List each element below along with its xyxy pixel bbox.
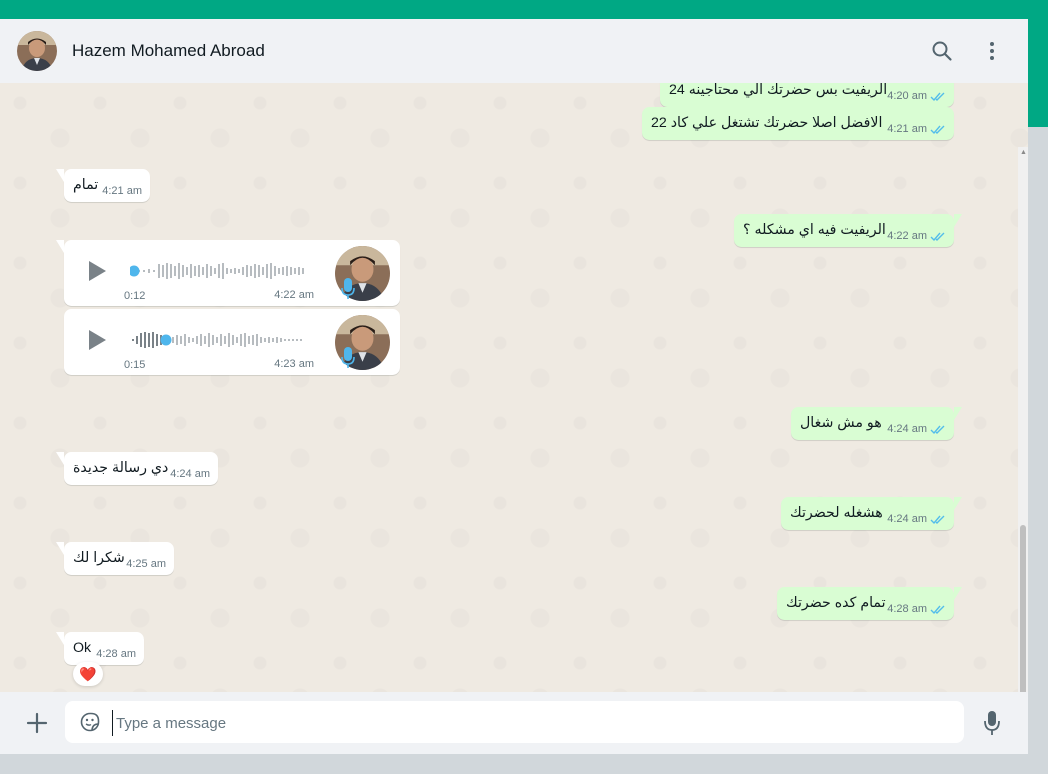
message-incoming[interactable]: Ok 4:28 am — [56, 632, 144, 665]
double-check-icon — [930, 125, 945, 134]
message-outgoing[interactable]: هشغله لحضرتك 4:24 am — [781, 497, 962, 530]
message-time: 4:22 am — [887, 230, 927, 242]
message-time: 4:25 am — [126, 558, 166, 570]
double-check-icon — [930, 232, 945, 241]
window-gutter — [1028, 127, 1048, 774]
message-time: 4:24 am — [887, 423, 927, 435]
voice-duration: 0:12 — [124, 290, 146, 302]
message-time: 4:28 am — [887, 603, 927, 615]
message-text: دي رسالة جديدة — [73, 460, 169, 476]
heart-reaction[interactable]: ❤️ — [73, 662, 103, 686]
sticker-icon[interactable] — [80, 712, 100, 732]
microphone-icon[interactable] — [982, 710, 1002, 736]
audio-waveform[interactable] — [130, 329, 310, 351]
message-text: الريفيت بس حضرتك الي محتاجينه 24 — [669, 83, 888, 98]
message-text: شكرا لك — [73, 550, 125, 566]
message-list[interactable]: الريفيت بس حضرتك الي محتاجينه 24 4:20 am… — [0, 83, 1028, 692]
message-input-box[interactable] — [65, 701, 964, 743]
play-icon[interactable] — [86, 329, 108, 351]
top-accent-band — [0, 0, 1048, 19]
kebab-menu-icon[interactable] — [980, 39, 1004, 63]
message-text: تمام — [73, 177, 99, 193]
message-time: 4:20 am — [887, 90, 927, 102]
message-incoming[interactable]: تمام 4:21 am — [56, 169, 150, 202]
message-time: 4:23 am — [274, 358, 314, 370]
message-outgoing[interactable]: الريفيت فيه اي مشكله ؟ 4:22 am — [734, 214, 962, 247]
audio-waveform[interactable] — [130, 260, 310, 282]
double-check-icon — [930, 515, 945, 524]
voice-duration: 0:15 — [124, 359, 146, 371]
window-bottom-gutter — [0, 754, 1048, 774]
message-time: 4:21 am — [887, 123, 927, 135]
message-time: 4:24 am — [887, 513, 927, 525]
double-check-icon — [930, 605, 945, 614]
plus-icon[interactable] — [25, 711, 49, 735]
message-text: هشغله لحضرتك — [790, 505, 883, 521]
contact-name[interactable]: Hazem Mohamed Abroad — [72, 41, 265, 61]
chat-window: Hazem Mohamed Abroad الريفيت بس حضرتك ال… — [0, 19, 1028, 754]
message-outgoing[interactable]: هو مش شغال 4:24 am — [791, 407, 962, 440]
composer-bar — [0, 692, 1028, 754]
playback-handle — [160, 334, 172, 346]
voice-message[interactable]: 0:15 4:23 am — [64, 309, 400, 375]
message-text: هو مش شغال — [800, 415, 882, 431]
message-time: 4:21 am — [102, 185, 142, 197]
message-outgoing[interactable]: الريفيت بس حضرتك الي محتاجينه 24 4:20 am — [660, 83, 954, 107]
message-text: الريفيت فيه اي مشكله ؟ — [743, 222, 886, 238]
voice-message[interactable]: 0:12 4:22 am — [56, 240, 400, 306]
message-outgoing[interactable]: تمام كده حضرتك 4:28 am — [777, 587, 962, 620]
double-check-icon — [930, 92, 945, 101]
microphone-icon — [341, 278, 355, 299]
chat-scrollbar[interactable]: ▲ ▼ — [1018, 147, 1028, 692]
message-input[interactable] — [112, 710, 938, 736]
message-time: 4:24 am — [170, 468, 210, 480]
search-icon[interactable] — [930, 39, 954, 63]
chat-header[interactable]: Hazem Mohamed Abroad — [0, 19, 1028, 83]
message-text: الافضل اصلا حضرتك تشتغل علي كاد 22 — [651, 115, 883, 131]
microphone-icon — [341, 347, 355, 368]
message-text: Ok — [73, 640, 92, 656]
play-icon[interactable] — [86, 260, 108, 282]
scroll-up-arrow-icon[interactable]: ▲ — [1020, 149, 1027, 156]
message-time: 4:22 am — [274, 289, 314, 301]
playback-handle — [130, 265, 140, 277]
message-outgoing[interactable]: الافضل اصلا حضرتك تشتغل علي كاد 22 4:21 … — [642, 107, 954, 140]
contact-avatar[interactable] — [17, 31, 57, 71]
side-accent-band — [1028, 19, 1048, 127]
scrollbar-thumb[interactable] — [1020, 525, 1026, 692]
message-text: تمام كده حضرتك — [786, 595, 886, 611]
message-time: 4:28 am — [96, 648, 136, 660]
message-incoming[interactable]: شكرا لك 4:25 am — [56, 542, 174, 575]
message-incoming[interactable]: دي رسالة جديدة 4:24 am — [56, 452, 218, 485]
double-check-icon — [930, 425, 945, 434]
